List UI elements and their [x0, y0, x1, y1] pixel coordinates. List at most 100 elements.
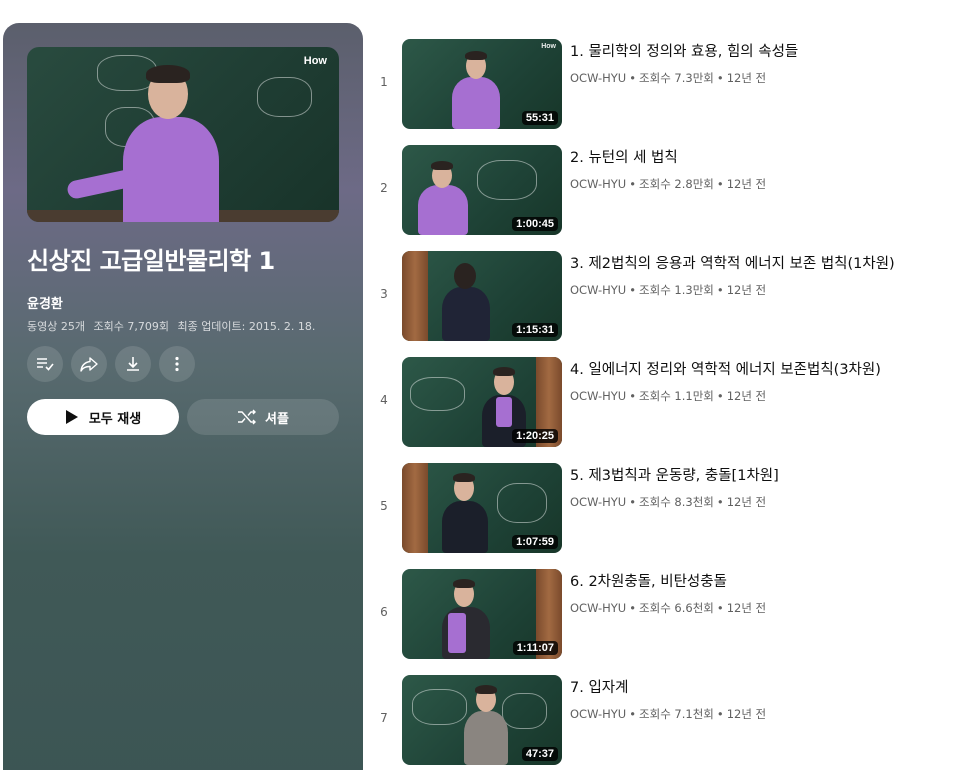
shuffle-button[interactable]: 셔플	[187, 399, 339, 435]
more-actions-button[interactable]	[159, 346, 195, 382]
lecturer-figure	[464, 711, 508, 765]
separator-dot: •	[629, 707, 637, 721]
playlist-owner[interactable]: 윤경환	[27, 293, 63, 312]
upload-age: 12년 전	[726, 389, 767, 403]
playlist-video-row[interactable]: 4 1:20:25 4. 일에너지 정리와 역학적 에너지 보존법칙(3차원) …	[370, 357, 954, 449]
video-duration: 55:31	[521, 111, 558, 125]
lecturer-figure	[452, 77, 500, 129]
video-meta: OCW-HYU • 조회수 1.3만회 • 12년 전	[570, 282, 766, 298]
channel-name[interactable]: OCW-HYU	[570, 71, 626, 85]
channel-name[interactable]: OCW-HYU	[570, 495, 626, 509]
upload-age: 12년 전	[726, 71, 767, 85]
video-index: 7	[380, 711, 388, 725]
video-title[interactable]: 3. 제2법칙의 응용과 역학적 에너지 보존 법칙(1차원)	[570, 252, 954, 273]
channel-name[interactable]: OCW-HYU	[570, 177, 626, 191]
upload-age: 12년 전	[726, 495, 767, 509]
video-meta: OCW-HYU • 조회수 7.1천회 • 12년 전	[570, 706, 766, 722]
lecturer-hair	[465, 51, 487, 60]
separator-dot: •	[716, 707, 724, 721]
separator-dot: •	[629, 601, 637, 615]
playlist-header-panel: How 신상진 고급일반물리학 1 윤경환 동영상 25개 조회수 7,709회…	[3, 23, 363, 770]
video-title[interactable]: 2. 뉴턴의 세 법칙	[570, 146, 954, 167]
video-thumbnail[interactable]: 1:00:45	[402, 145, 562, 235]
chalk-drawing	[412, 689, 467, 725]
video-thumbnail[interactable]: 1:15:31	[402, 251, 562, 341]
separator-dot: •	[629, 71, 637, 85]
video-thumbnail[interactable]: 1:11:07	[402, 569, 562, 659]
channel-name[interactable]: OCW-HYU	[570, 707, 626, 721]
video-duration: 1:20:25	[512, 429, 558, 443]
sweater	[448, 613, 466, 653]
chalk-drawing	[410, 377, 465, 411]
channel-name[interactable]: OCW-HYU	[570, 389, 626, 403]
video-index: 1	[380, 75, 388, 89]
channel-name[interactable]: OCW-HYU	[570, 283, 626, 297]
video-thumbnail[interactable]: 1:07:59	[402, 463, 562, 553]
playlist-video-row[interactable]: 2 1:00:45 2. 뉴턴의 세 법칙 OCW-HYU • 조회수 2.8만회 •…	[370, 145, 954, 237]
view-count: 조회수 7.1천회	[639, 707, 714, 721]
shuffle-label: 셔플	[265, 411, 289, 427]
play-icon	[65, 410, 78, 424]
separator-dot: •	[629, 495, 637, 509]
chalk-drawing	[497, 483, 547, 523]
playlist-title[interactable]: 신상진 고급일반물리학 1	[27, 241, 347, 276]
separator-dot: •	[629, 283, 637, 297]
video-duration: 47:37	[521, 747, 558, 761]
video-duration: 1:07:59	[512, 535, 558, 549]
separator-dot: •	[716, 177, 724, 191]
playlist-video-row[interactable]: 5 1:07:59 5. 제3법칙과 운동량, 충돌[1차원] OCW-HYU •…	[370, 463, 954, 555]
chalk-drawing	[477, 160, 537, 200]
last-updated: 최종 업데이트: 2015. 2. 18.	[177, 320, 316, 333]
download-icon	[127, 357, 139, 371]
lecturer-figure	[442, 501, 488, 553]
playlist-thumbnail[interactable]: How	[27, 47, 339, 222]
save-to-queue-button[interactable]	[27, 346, 63, 382]
wood-panel	[402, 463, 428, 553]
share-icon	[80, 357, 98, 372]
separator-dot: •	[716, 283, 724, 297]
video-duration: 1:11:07	[512, 641, 558, 655]
video-index: 5	[380, 499, 388, 513]
playlist-video-row[interactable]: 6 1:11:07 6. 2차원충돌, 비탄성충돌 OCW-HYU • 조회수 6.…	[370, 569, 954, 661]
video-count: 동영상 25개	[27, 320, 85, 333]
channel-watermark: How	[541, 43, 556, 50]
video-title[interactable]: 4. 일에너지 정리와 역학적 에너지 보존법칙(3차원)	[570, 358, 954, 379]
share-button[interactable]	[71, 346, 107, 382]
wood-panel	[402, 251, 428, 341]
video-meta: OCW-HYU • 조회수 7.3만회 • 12년 전	[570, 70, 766, 86]
lecturer-hair	[146, 65, 190, 83]
playlist-video-row[interactable]: 1 How 55:31 1. 물리학의 정의와 효용, 힘의 속성들 OCW-H…	[370, 39, 954, 131]
channel-name[interactable]: OCW-HYU	[570, 601, 626, 615]
video-meta: OCW-HYU • 조회수 8.3천회 • 12년 전	[570, 494, 766, 510]
view-count: 조회수 7,709회	[93, 320, 169, 333]
separator-dot: •	[629, 177, 637, 191]
lecturer-figure	[123, 117, 219, 222]
lecturer-figure	[442, 287, 490, 341]
playlist-video-row[interactable]: 3 1:15:31 3. 제2법칙의 응용과 역학적 에너지 보존 법칙(1차원…	[370, 251, 954, 343]
video-meta: OCW-HYU • 조회수 6.6천회 • 12년 전	[570, 600, 766, 616]
upload-age: 12년 전	[726, 283, 767, 297]
upload-age: 12년 전	[726, 707, 767, 721]
play-all-button[interactable]: 모두 재생	[27, 399, 179, 435]
video-index: 3	[380, 287, 388, 301]
separator-dot: •	[716, 71, 724, 85]
video-title[interactable]: 7. 입자계	[570, 676, 954, 697]
video-thumbnail[interactable]: 1:20:25	[402, 357, 562, 447]
playlist-video-row[interactable]: 7 47:37 7. 입자계 OCW-HYU • 조회수 7.1천회 • 12년 전	[370, 675, 954, 767]
video-title[interactable]: 6. 2차원충돌, 비탄성충돌	[570, 570, 954, 591]
chalk-drawing	[257, 77, 312, 117]
video-index: 4	[380, 393, 388, 407]
upload-age: 12년 전	[726, 601, 767, 615]
video-index: 6	[380, 605, 388, 619]
video-title[interactable]: 5. 제3법칙과 운동량, 충돌[1차원]	[570, 464, 954, 485]
playlist-meta: 동영상 25개 조회수 7,709회 최종 업데이트: 2015. 2. 18.	[27, 318, 320, 334]
video-title[interactable]: 1. 물리학의 정의와 효용, 힘의 속성들	[570, 40, 954, 61]
more-icon	[175, 356, 179, 372]
video-thumbnail[interactable]: 47:37	[402, 675, 562, 765]
separator-dot: •	[716, 495, 724, 509]
video-thumbnail[interactable]: How 55:31	[402, 39, 562, 129]
upload-age: 12년 전	[726, 177, 767, 191]
save-to-queue-icon	[37, 358, 54, 371]
download-button[interactable]	[115, 346, 151, 382]
view-count: 조회수 1.3만회	[639, 283, 714, 297]
